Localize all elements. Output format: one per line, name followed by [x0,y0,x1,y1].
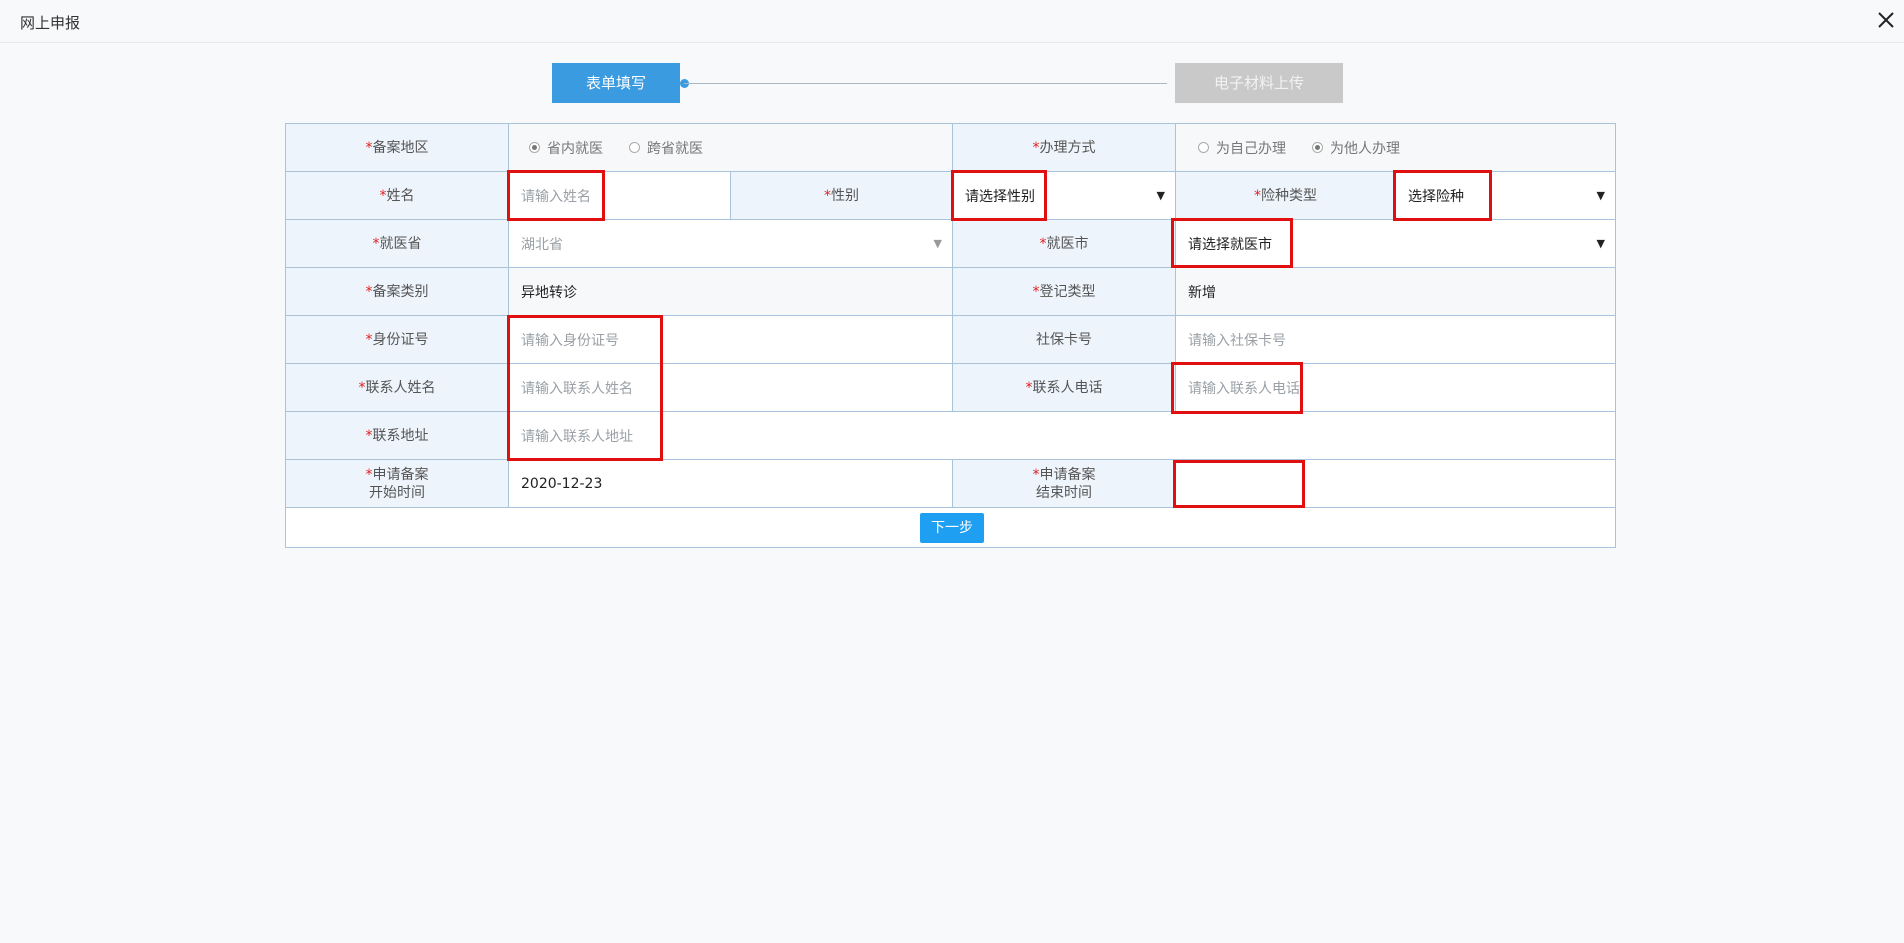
step-upload-materials[interactable]: 电子材料上传 [1175,63,1343,103]
radio-unchecked-icon [629,142,640,153]
step-connector-line [684,83,1167,84]
insurance-type-select[interactable]: 选择险种 ▼ [1396,172,1615,220]
address-input[interactable]: 请输入联系人地址 [509,412,1615,460]
end-date-label: *申请备案 结束时间 [953,460,1176,508]
gender-label: *性别 [731,172,953,220]
province-select[interactable]: 湖北省 ▼ [509,220,953,268]
next-step-button[interactable]: 下一步 [920,513,984,543]
registration-type-label: *登记类型 [953,268,1176,316]
dropdown-arrow-icon: ▼ [933,237,942,250]
radio-checked-icon [1312,142,1323,153]
city-select[interactable]: 请选择就医市 ▼ [1176,220,1615,268]
social-security-label: 社保卡号 [953,316,1176,364]
handle-method-radio-group: 为自己办理 为他人办理 [1176,124,1615,172]
end-date-input[interactable] [1176,460,1615,508]
filing-category-value: 异地转诊 [509,268,953,316]
start-date-label: *申请备案 开始时间 [286,460,509,508]
dropdown-arrow-icon: ▼ [1596,237,1605,250]
registration-type-value: 新增 [1176,268,1615,316]
insurance-type-label: *险种类型 [1176,172,1396,220]
name-input[interactable]: 请输入姓名 [509,172,731,220]
city-label: *就医市 [953,220,1176,268]
dropdown-arrow-icon: ▼ [1156,189,1165,202]
region-option-in-province[interactable]: 省内就医 [529,138,603,158]
name-label: *姓名 [286,172,509,220]
registration-form: *备案地区 省内就医 跨省就医 *办理方式 为自己办理 为他人办理 *姓名 请输… [285,123,1616,548]
handle-option-self[interactable]: 为自己办理 [1198,138,1286,158]
id-number-input[interactable]: 请输入身份证号 [509,316,953,364]
close-icon[interactable] [1874,8,1898,32]
region-option-cross-province[interactable]: 跨省就医 [629,138,703,158]
filing-category-label: *备案类别 [286,268,509,316]
start-date-input[interactable]: 2020-12-23 [509,460,953,508]
step-form-fill[interactable]: 表单填写 [552,63,680,103]
contact-phone-input[interactable]: 请输入联系人电话 [1176,364,1615,412]
address-label: *联系地址 [286,412,509,460]
region-label: *备案地区 [286,124,509,172]
id-number-label: *身份证号 [286,316,509,364]
radio-unchecked-icon [1198,142,1209,153]
gender-select[interactable]: 请选择性别 ▼ [953,172,1176,220]
dropdown-arrow-icon: ▼ [1596,189,1605,202]
region-radio-group: 省内就医 跨省就医 [509,124,953,172]
contact-name-input[interactable]: 请输入联系人姓名 [509,364,953,412]
social-security-input[interactable]: 请输入社保卡号 [1176,316,1615,364]
radio-checked-icon [529,142,540,153]
window-title: 网上申报 [20,14,81,32]
window-titlebar: 网上申报 [0,0,1904,43]
handle-method-label: *办理方式 [953,124,1176,172]
handle-option-others[interactable]: 为他人办理 [1312,138,1400,158]
contact-phone-label: *联系人电话 [953,364,1176,412]
province-label: *就医省 [286,220,509,268]
contact-name-label: *联系人姓名 [286,364,509,412]
